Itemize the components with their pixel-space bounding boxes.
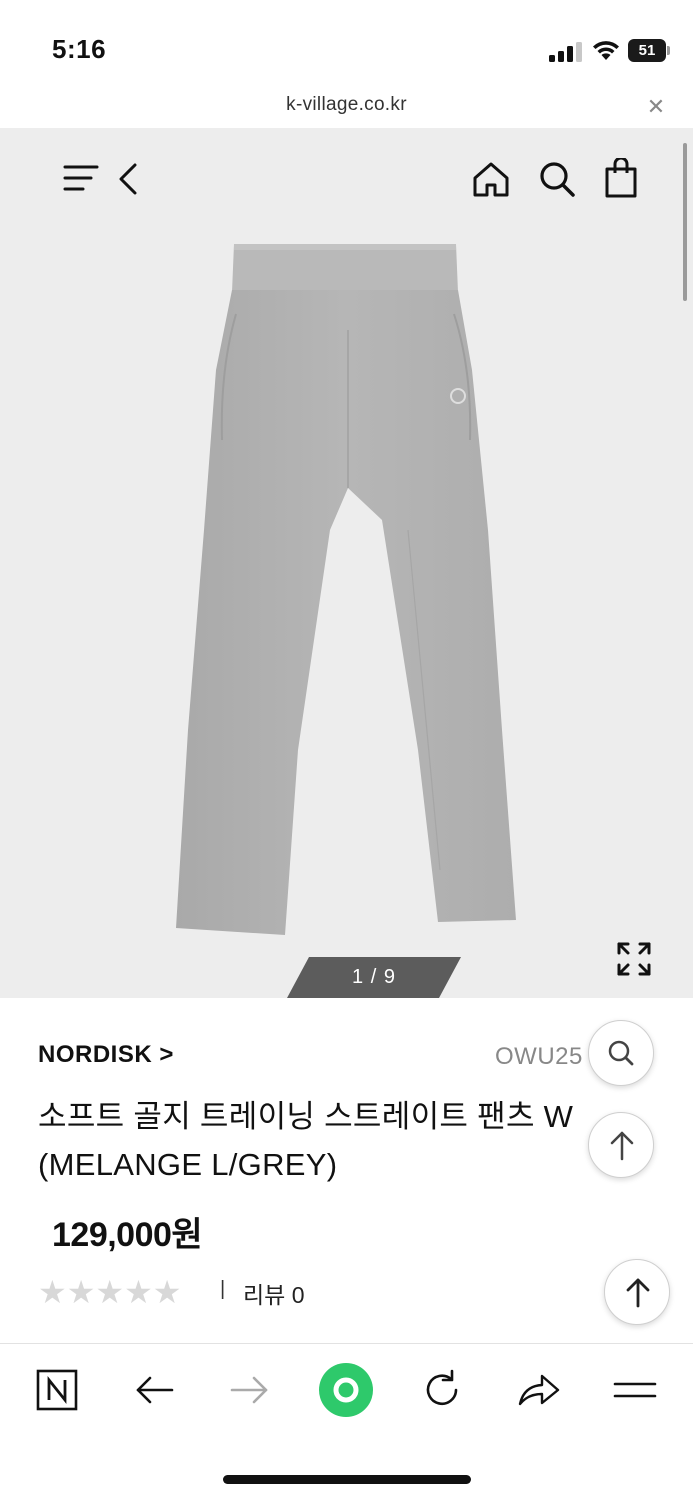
shopping-bag-icon[interactable] (604, 158, 638, 198)
forward-arrow-icon[interactable] (226, 1366, 274, 1414)
product-title: 소프트 골지 트레이닝 스트레이트 팬츠 W (MELANGE L/GREY) (38, 1099, 574, 1182)
back-arrow-icon[interactable] (130, 1366, 178, 1414)
scroll-top-button-2[interactable] (604, 1259, 670, 1325)
product-image (176, 244, 516, 935)
hamburger-icon[interactable] (610, 1366, 658, 1414)
floating-search-button[interactable] (588, 1020, 654, 1086)
wifi-icon (593, 41, 619, 60)
reload-icon[interactable] (418, 1366, 466, 1414)
image-pager: 1 / 9 (352, 966, 396, 988)
home-indicator[interactable] (223, 1475, 471, 1484)
review-separator: | (220, 1278, 226, 1300)
signal-icon (549, 42, 582, 62)
status-time: 5:16 (52, 34, 107, 64)
back-icon[interactable] (116, 162, 140, 196)
rating-stars: ★★★★★ (38, 1274, 182, 1310)
scroll-indicator (683, 143, 687, 301)
share-icon[interactable] (514, 1366, 562, 1414)
product-price: 129,000원 (52, 1216, 203, 1254)
battery-level: 51 (638, 42, 656, 59)
naver-n-icon[interactable] (33, 1366, 81, 1414)
search-icon (608, 1040, 634, 1066)
menu-icon[interactable] (63, 162, 99, 194)
arrow-up-icon (626, 1278, 650, 1308)
green-dot-icon[interactable] (317, 1361, 375, 1419)
expand-icon[interactable] (615, 940, 653, 978)
review-count[interactable]: 리뷰 0 (243, 1276, 305, 1310)
search-icon[interactable] (538, 160, 576, 198)
close-icon[interactable]: ✕ (645, 96, 667, 118)
home-icon[interactable] (471, 160, 511, 198)
brand-link[interactable]: NORDISK > (38, 1041, 174, 1069)
url-display[interactable]: k-village.co.kr (0, 94, 693, 116)
battery-icon: 51 (628, 39, 670, 62)
arrow-up-icon (610, 1131, 634, 1161)
status-bar: 5:16 51 (0, 0, 693, 95)
scroll-top-button[interactable] (588, 1112, 654, 1178)
